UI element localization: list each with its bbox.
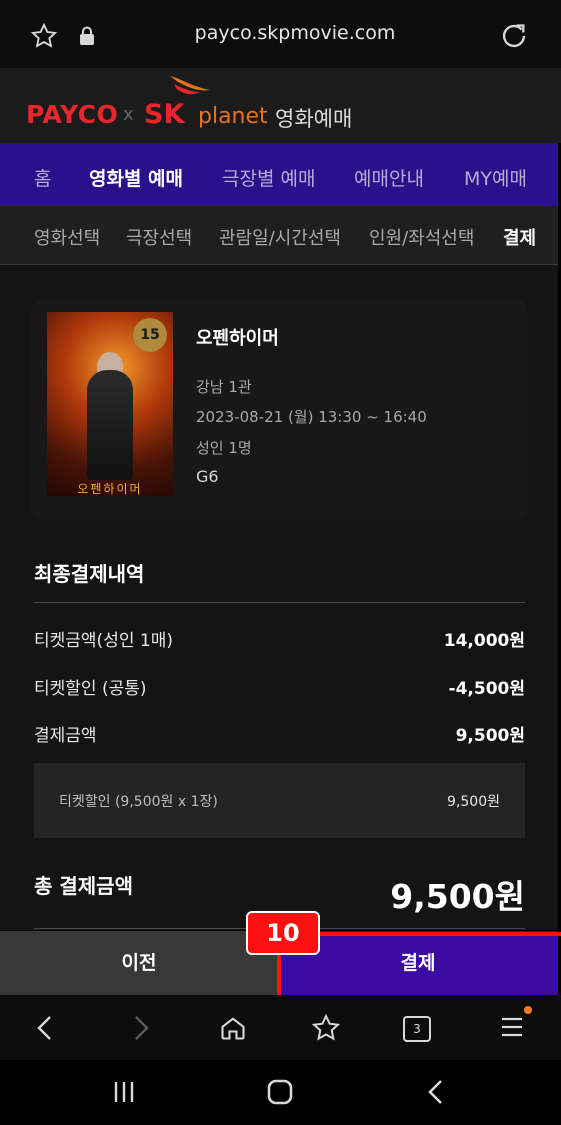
step-datetime[interactable]: 관람일/시간선택 [219,224,341,250]
planet-logo: planet [198,104,268,129]
nav-item-theater-booking[interactable]: 극장별 예매 [222,164,315,191]
ticket-price-value: 14,000원 [443,631,525,651]
step-payment: 결제 [503,228,537,249]
home-nav-icon[interactable] [266,1078,294,1110]
theater-name: 강남 1관 [196,378,252,396]
age-rating-badge: 15 [133,318,167,352]
nav-item-booking-guide[interactable]: 예매안내 [354,164,424,191]
step-number-badge: 10 [246,911,320,955]
divider [34,602,525,603]
step-seat[interactable]: 인원/좌석선택 [369,224,474,250]
nav-item-home[interactable]: 홈 [34,164,51,191]
discount-label: 티켓할인 (공통) [34,679,147,699]
main-nav: 홈 영화별 예매 극장별 예매 예매안내 MY예매 [0,143,558,206]
sk-logo: SK [144,99,185,130]
nav-item-movie-booking[interactable]: 영화별 예매 [89,164,183,191]
step-movie[interactable]: 영화선택 [34,224,100,250]
browser-address-bar: payco.skpmovie.com [0,0,561,69]
lock-icon [78,26,96,50]
discount-detail-value: 9,500원 [447,794,500,810]
star-icon[interactable] [30,22,58,54]
total-value: 9,500원 [390,877,525,916]
bookmarks-icon[interactable] [311,1013,341,1047]
prev-button[interactable]: 이전 [0,931,278,995]
notification-dot [524,1006,532,1014]
ticket-price-label: 티켓금액(성인 1매) [34,631,173,651]
forward-icon[interactable] [130,1015,152,1045]
browser-toolbar [0,995,561,1060]
url-text[interactable]: payco.skpmovie.com [120,22,470,44]
payco-logo: PAYCO [26,100,119,129]
poster-title: 오펜하이머 [77,482,143,496]
showtime: 2023-08-21 (월) 13:30 ~ 16:40 [196,408,427,426]
pay-button[interactable]: 결제 [278,931,558,995]
payment-amount-label: 결제금액 [34,726,97,746]
people-count: 성인 1명 [196,439,252,457]
system-nav-bar [0,1060,561,1125]
discount-detail-box: 티켓할인 (9,500원 x 1장) 9,500원 [34,763,525,838]
home-icon[interactable] [219,1014,247,1046]
nav-item-my-booking[interactable]: MY예매 [464,164,527,191]
booking-steps: 영화선택 극장선택 관람일/시간선택 인원/좌석선택 결제 [0,206,558,265]
reload-icon[interactable] [500,22,528,54]
back-nav-icon[interactable] [426,1078,446,1110]
summary-heading: 최종결제내역 [34,562,145,586]
tabs-icon[interactable]: 3 [403,1016,431,1042]
recents-icon[interactable] [112,1080,136,1108]
payment-amount-value: 9,500원 [455,726,525,746]
menu-icon[interactable] [500,1015,524,1043]
site-title: 영화예매 [275,107,353,131]
discount-detail-label: 티켓할인 (9,500원 x 1장) [59,794,218,810]
total-label: 총 결제금액 [34,874,133,898]
poster-figure [87,370,133,480]
back-icon[interactable] [34,1015,56,1045]
movie-title: 오펜하이머 [196,328,279,349]
step-theater[interactable]: 극장선택 [126,224,192,250]
discount-value: -4,500원 [448,679,525,699]
seat-number: G6 [196,467,219,486]
logo-separator: x [123,104,134,125]
